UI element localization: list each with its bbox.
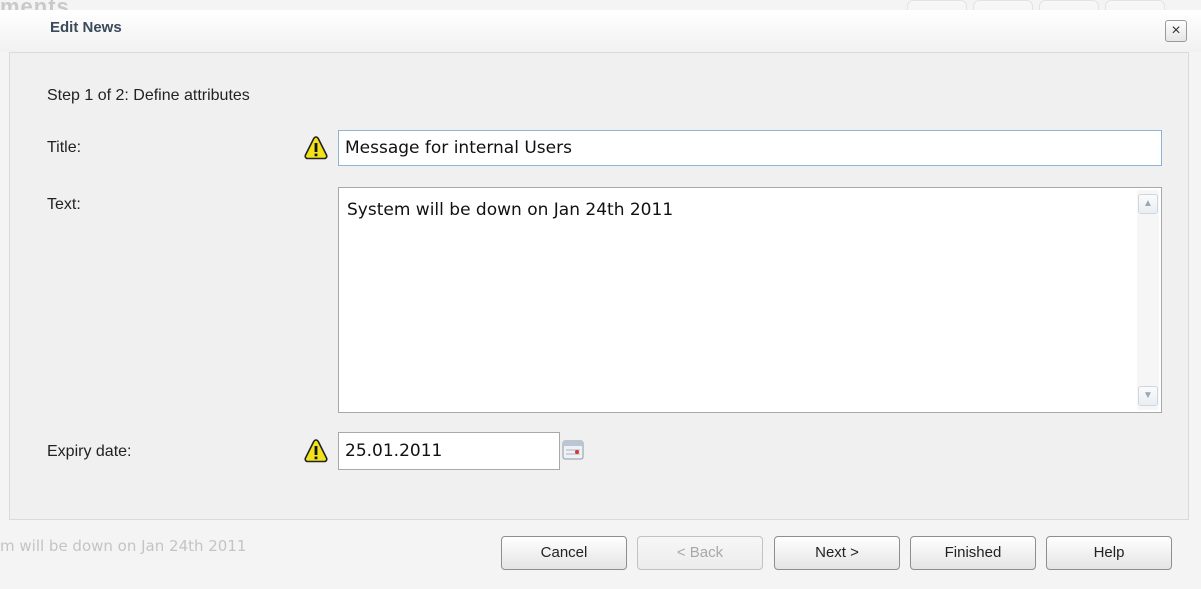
scroll-down-icon[interactable]: ▼ [1138, 386, 1158, 406]
step-indicator: Step 1 of 2: Define attributes [47, 87, 250, 104]
help-button[interactable]: Help [1046, 536, 1172, 570]
text-label: Text: [47, 196, 81, 213]
expiry-date-input[interactable]: 25.01.2011 [338, 432, 560, 470]
warning-icon [304, 439, 328, 463]
scroll-up-icon[interactable]: ▲ [1138, 194, 1158, 214]
dialog-header[interactable] [0, 10, 1201, 52]
vertical-scrollbar[interactable]: ▲ ▼ [1137, 190, 1159, 410]
finished-button[interactable]: Finished [910, 536, 1036, 570]
cancel-button[interactable]: Cancel [501, 536, 627, 570]
background-list-text-fragment: m will be down on Jan 24th 2011 [0, 537, 247, 555]
next-button[interactable]: Next > [774, 536, 900, 570]
warning-icon [304, 136, 328, 160]
back-button[interactable]: < Back [637, 536, 763, 570]
text-area-content: System will be down on Jan 24th 2011 [347, 200, 674, 220]
dialog-title: Edit News [50, 19, 122, 36]
expiry-date-label: Expiry date: [47, 443, 132, 460]
title-input[interactable]: Message for internal Users [338, 130, 1162, 166]
close-icon: × [1171, 22, 1181, 39]
title-label: Title: [47, 139, 82, 156]
text-area[interactable]: System will be down on Jan 24th 2011 ▲ ▼ [338, 187, 1162, 413]
close-button[interactable]: × [1165, 20, 1187, 42]
calendar-icon[interactable] [562, 440, 584, 460]
